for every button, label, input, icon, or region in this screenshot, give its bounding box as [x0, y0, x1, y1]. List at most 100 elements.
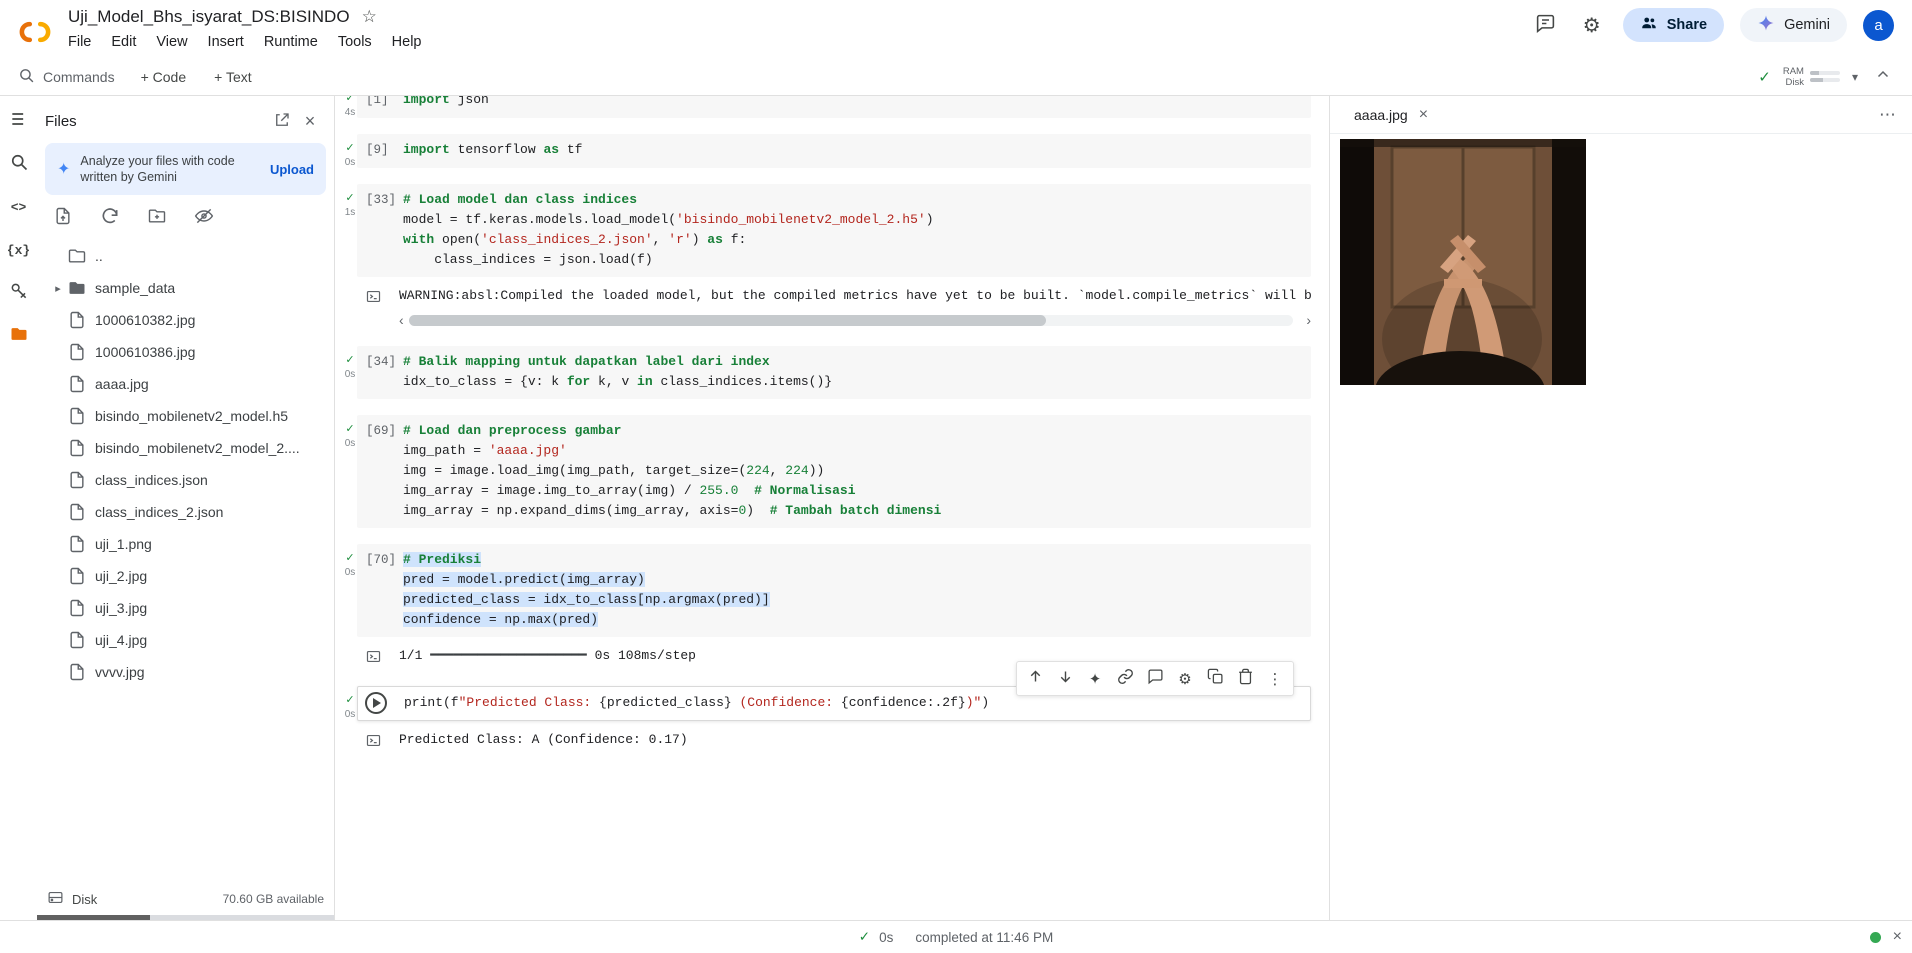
- tree-item-uji-4-jpg[interactable]: uji_4.jpg: [37, 624, 334, 656]
- tree-item-class-indices-2-json[interactable]: class_indices_2.json: [37, 496, 334, 528]
- gemini-button[interactable]: Gemini: [1740, 8, 1847, 42]
- code-editor[interactable]: # Prediksi pred = model.predict(img_array…: [403, 550, 1303, 630]
- menu-runtime[interactable]: Runtime: [255, 31, 327, 53]
- open-in-new-tab-button[interactable]: [268, 109, 296, 133]
- code-cell[interactable]: [9] import tensorflow as tf: [357, 134, 1311, 168]
- scroll-right-icon[interactable]: ›: [1306, 313, 1311, 327]
- scrollbar-track[interactable]: [408, 314, 1294, 326]
- new-folder-button[interactable]: [146, 206, 168, 228]
- tree-item-1000610382-jpg[interactable]: 1000610382.jpg: [37, 304, 334, 336]
- settings-button[interactable]: ⚙: [1170, 664, 1200, 694]
- execution-count: [34]: [366, 355, 397, 369]
- upload-file-button[interactable]: [52, 206, 74, 228]
- code-editor[interactable]: # Balik mapping untuk dapatkan label dar…: [403, 352, 1303, 392]
- commands-label: Commands: [43, 68, 115, 85]
- share-button[interactable]: Share: [1622, 8, 1725, 42]
- move-down-icon: [1057, 668, 1074, 689]
- code-editor[interactable]: import tensorflow as tf: [403, 140, 1303, 160]
- collapse-header-button[interactable]: [1870, 64, 1896, 90]
- upload-link[interactable]: Upload: [270, 162, 314, 177]
- dismiss-status-button[interactable]: ×: [1893, 928, 1902, 946]
- tree-item-uji-3-jpg[interactable]: uji_3.jpg: [37, 592, 334, 624]
- comments-button[interactable]: [1531, 10, 1561, 40]
- output-scrollbar[interactable]: ‹ ›: [399, 313, 1311, 330]
- tree-item-vvvv-jpg[interactable]: vvvv.jpg: [37, 656, 334, 688]
- code-cell[interactable]: [70] # Prediksi pred = model.predict(img_a…: [357, 544, 1311, 637]
- menu-view[interactable]: View: [147, 31, 196, 53]
- output-options-icon[interactable]: [365, 732, 382, 749]
- code-editor[interactable]: # Load dan preprocess gambar img_path = '…: [403, 421, 1303, 521]
- copy-cell-button[interactable]: [1200, 664, 1230, 694]
- more-options-button[interactable]: ⋮: [1260, 664, 1290, 694]
- code-line: # Balik mapping untuk dapatkan label dar…: [403, 354, 770, 369]
- add-text-button[interactable]: + Text: [204, 64, 262, 90]
- resource-monitor[interactable]: RAM Disk: [1783, 66, 1840, 88]
- hide-files-button[interactable]: [193, 206, 215, 228]
- gemini-button[interactable]: ✦: [1080, 664, 1110, 694]
- code-line: pred = model.predict(img_array): [403, 572, 645, 587]
- code-cell[interactable]: print(f"Predicted Class: {predicted_clas…: [357, 661, 1311, 721]
- run-cell-button[interactable]: [365, 692, 387, 714]
- variables-button[interactable]: {x}: [6, 237, 32, 263]
- find-replace-button[interactable]: [6, 151, 32, 177]
- tree-item-uji-1-png[interactable]: uji_1.png: [37, 528, 334, 560]
- code-editor[interactable]: print(f"Predicted Class: {predicted_clas…: [404, 693, 1302, 713]
- scroll-left-icon[interactable]: ‹: [399, 313, 404, 327]
- code-snippets-button[interactable]: <>: [6, 194, 32, 220]
- code-cell[interactable]: [69] # Load dan preprocess gambar img_path…: [357, 415, 1311, 528]
- tree-item-aaaa-jpg[interactable]: aaaa.jpg: [37, 368, 334, 400]
- output-options-icon[interactable]: [365, 288, 382, 305]
- tree-item-sample-data[interactable]: ▸ sample_data: [37, 272, 334, 304]
- tree-item-uji-2-jpg[interactable]: uji_2.jpg: [37, 560, 334, 592]
- move-up-button[interactable]: [1020, 664, 1050, 694]
- preview-more-options-button[interactable]: ⋯: [1879, 105, 1896, 125]
- cell-success-icon: ✓: [345, 552, 355, 564]
- add-code-button[interactable]: + Code: [131, 64, 197, 90]
- link-button[interactable]: [1110, 664, 1140, 694]
- settings-icon: ⚙: [1178, 670, 1192, 688]
- code-editor[interactable]: # Load model dan class indices model = tf…: [403, 190, 1303, 270]
- secrets-button[interactable]: [6, 280, 32, 306]
- colab-logo[interactable]: [14, 8, 56, 58]
- code-cell[interactable]: [1] import json: [357, 96, 1311, 118]
- code-cell[interactable]: [33] # Load model dan class indices model …: [357, 184, 1311, 277]
- delete-cell-button[interactable]: [1230, 664, 1260, 694]
- refresh-icon: [100, 208, 120, 229]
- move-down-button[interactable]: [1050, 664, 1080, 694]
- star-icon[interactable]: ☆: [362, 7, 377, 27]
- cell-success-icon: ✓: [345, 423, 355, 435]
- files-footer: Disk 70.60 GB available: [37, 883, 334, 920]
- cell-success-icon: ✓: [345, 142, 355, 154]
- menu-edit[interactable]: Edit: [102, 31, 145, 53]
- tree-item-bisindo-mobilenetv2-model-h5[interactable]: bisindo_mobilenetv2_model.h5: [37, 400, 334, 432]
- tree-item-bisindo-mobilenetv2-model-2[interactable]: bisindo_mobilenetv2_model_2....: [37, 432, 334, 464]
- menu-help[interactable]: Help: [383, 31, 431, 53]
- close-tab-icon[interactable]: ×: [1419, 106, 1428, 124]
- close-files-panel-button[interactable]: ×: [296, 109, 324, 133]
- tree-item-1000610386-jpg[interactable]: 1000610386.jpg: [37, 336, 334, 368]
- chevron-right-icon[interactable]: ▸: [49, 282, 67, 295]
- files-button[interactable]: [6, 323, 32, 349]
- notebook-cell: ✓ 1s [33] # Load model dan class indices mod…: [343, 184, 1311, 330]
- code-cell[interactable]: [34] # Balik mapping untuk dapatkan label…: [357, 346, 1311, 399]
- table-of-contents-button[interactable]: [6, 108, 32, 134]
- cell-output: WARNING:absl:Compiled the loaded model, …: [365, 277, 1311, 330]
- scrollbar-thumb[interactable]: [408, 314, 1046, 326]
- file-preview-image: [1340, 139, 1586, 385]
- tree-item-class-indices-json[interactable]: class_indices.json: [37, 464, 334, 496]
- output-options-icon[interactable]: [365, 648, 382, 665]
- commands-button[interactable]: Commands: [10, 63, 123, 91]
- account-avatar[interactable]: a: [1863, 9, 1894, 41]
- code-editor[interactable]: import json: [403, 96, 1303, 110]
- menu-insert[interactable]: Insert: [199, 31, 253, 53]
- settings-button[interactable]: ⚙: [1577, 10, 1607, 40]
- comment-button[interactable]: [1140, 664, 1170, 694]
- tree-item-parent[interactable]: ..: [37, 240, 334, 272]
- refresh-button[interactable]: [99, 206, 121, 228]
- menu-file[interactable]: File: [59, 31, 100, 53]
- preview-tab-aaaa-jpg[interactable]: aaaa.jpg ×: [1330, 96, 1442, 133]
- menu-tools[interactable]: Tools: [329, 31, 381, 53]
- notebook-title[interactable]: Uji_Model_Bhs_isyarat_DS:BISINDO: [68, 7, 350, 27]
- code-line: img_array = np.expand_dims(img_array, ax…: [403, 503, 942, 518]
- runtime-dropdown-chevron[interactable]: ▾: [1852, 70, 1858, 84]
